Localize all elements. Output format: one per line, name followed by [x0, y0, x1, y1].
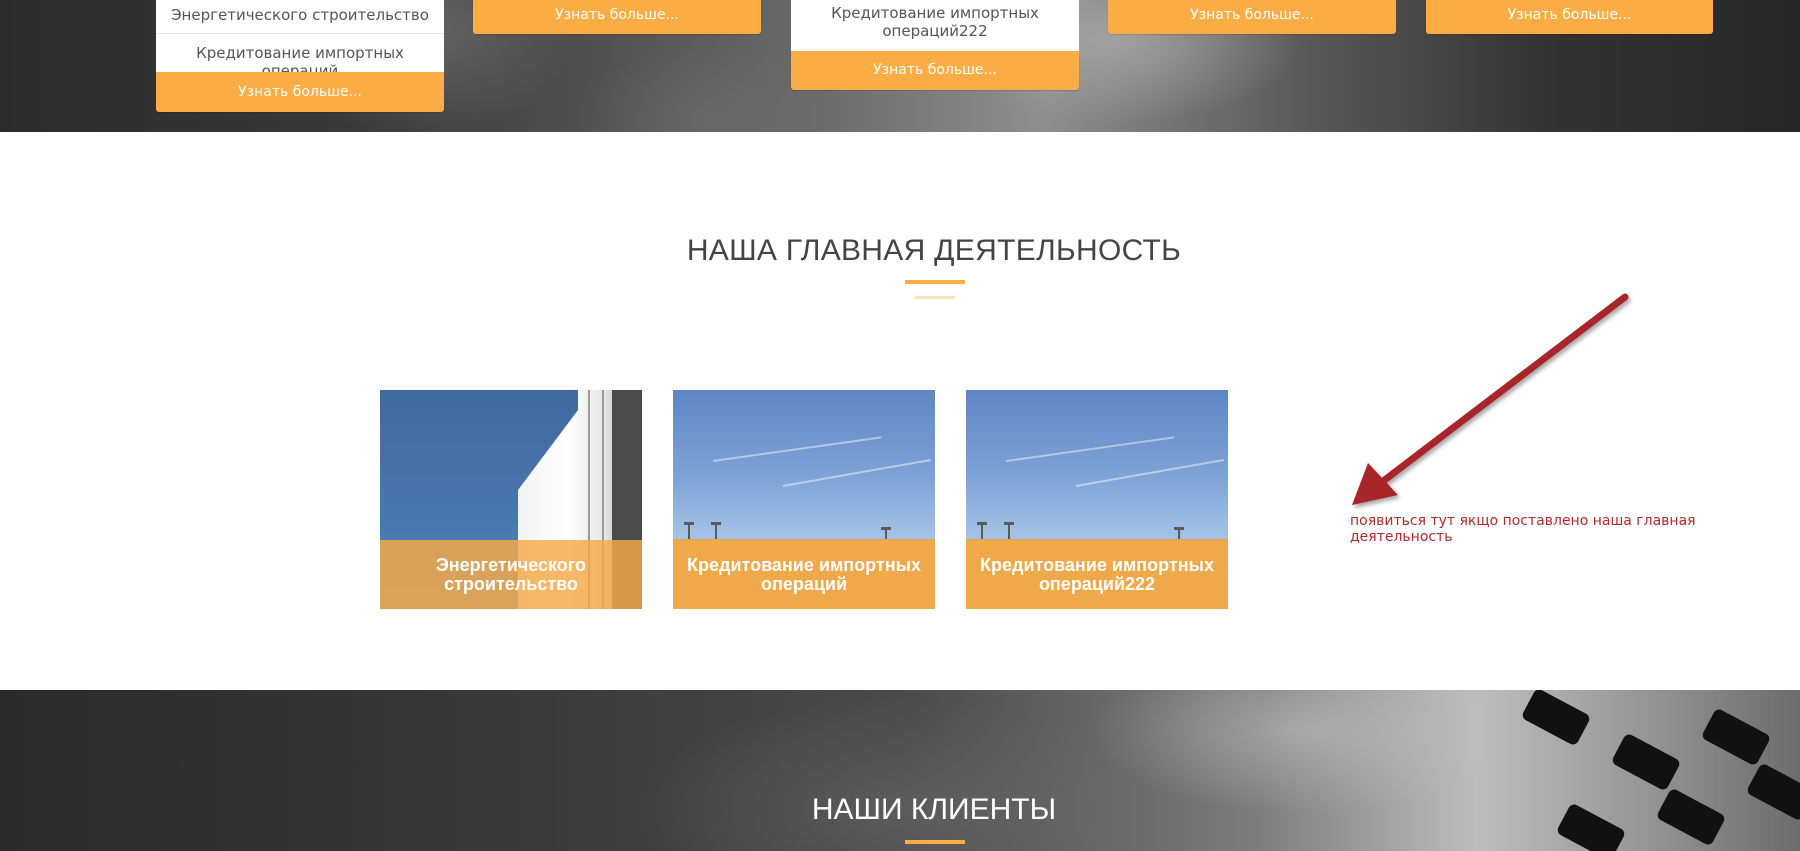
- activity-tile-2-label: Кредитование импортных операций: [687, 554, 921, 594]
- activity-tile-3-overlay: Кредитование импортных операций222: [966, 540, 1228, 609]
- service-card-1-more-button[interactable]: Узнать больше...: [156, 72, 444, 112]
- annotation-arrow-icon: [1352, 293, 1629, 505]
- activity-tile-2[interactable]: Кредитование импортных операций: [673, 390, 935, 609]
- service-card-5-more-button[interactable]: Узнать больше...: [1426, 0, 1713, 34]
- activity-tile-2-overlay: Кредитование импортных операций: [673, 540, 935, 609]
- clients-section: НАШИ КЛИЕНТЫ: [0, 690, 1800, 851]
- title-underline-light: [915, 296, 955, 299]
- keyboard-key: [1700, 707, 1772, 767]
- annotation-note: появиться тут якщо поставлено наша главн…: [1350, 513, 1696, 545]
- hero-section: Энергетического строительство Кредитован…: [0, 0, 1800, 132]
- main-activity-title: НАША ГЛАВНАЯ ДЕЯТЕЛЬНОСТЬ: [686, 234, 1182, 267]
- clients-title-underline: [905, 840, 965, 844]
- keyboard-key: [1610, 732, 1682, 792]
- clients-title: НАШИ КЛИЕНТЫ: [811, 793, 1057, 826]
- service-card-1-line-1: Энергетического строительство: [156, 0, 444, 34]
- title-underline: [905, 280, 965, 284]
- service-card-3-more-button[interactable]: Узнать больше...: [791, 51, 1079, 90]
- keyboard-key: [1520, 690, 1592, 747]
- activity-tile-3[interactable]: Кредитование импортных операций222: [966, 390, 1228, 609]
- activity-tile-1-label: Энергетического строительство: [435, 554, 587, 594]
- service-card-3: Кредитование импортных операций222: [791, 0, 1079, 51]
- service-card-3-line-1: Кредитование импортных операций222: [831, 4, 1039, 40]
- activity-tile-1-overlay: Энергетического строительство: [380, 540, 642, 609]
- activity-tile-1[interactable]: Энергетического строительство: [380, 390, 642, 609]
- activity-tile-3-label: Кредитование импортных операций222: [980, 554, 1214, 594]
- service-card-2-more-button[interactable]: Узнать больше...: [473, 0, 761, 34]
- service-card-4-more-button[interactable]: Узнать больше...: [1108, 0, 1396, 34]
- service-card-1-line-2: Кредитование импортных операций: [196, 44, 404, 80]
- service-card-1: Энергетического строительство Кредитован…: [156, 0, 444, 80]
